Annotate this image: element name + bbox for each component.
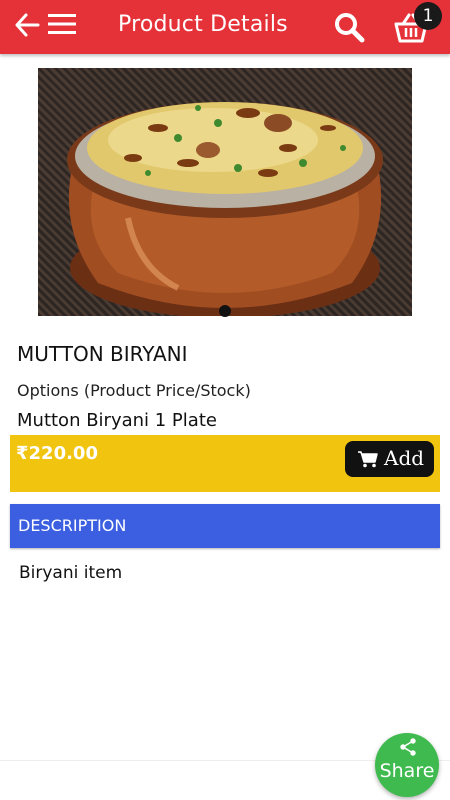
product-variant[interactable]: Mutton Biryani 1 Plate — [17, 410, 217, 431]
description-text: Biryani item — [19, 563, 123, 583]
product-price: ₹220.00 — [16, 443, 98, 464]
product-name: MUTTON BIRYANI — [17, 342, 188, 366]
share-icon — [400, 738, 416, 756]
cart-icon — [358, 451, 378, 468]
menu-icon[interactable] — [48, 13, 76, 35]
share-label: Share — [379, 760, 435, 782]
page-title: Product Details — [118, 12, 288, 37]
cart-count-badge: 1 — [414, 2, 442, 30]
search-icon[interactable] — [333, 11, 365, 43]
description-heading: DESCRIPTION — [18, 516, 127, 535]
product-image[interactable] — [38, 68, 412, 316]
add-button-label: Add — [384, 446, 425, 470]
options-label: Options (Product Price/Stock) — [17, 381, 251, 400]
add-to-cart-button[interactable]: Add — [345, 441, 434, 477]
share-button[interactable]: Share — [375, 733, 439, 797]
description-header: DESCRIPTION — [10, 504, 440, 548]
back-arrow-icon[interactable] — [14, 12, 40, 38]
app-header: Product Details 1 — [0, 0, 450, 54]
price-bar: ₹220.00 Add — [10, 435, 440, 492]
biryani-photo-icon — [67, 102, 383, 316]
carousel-indicator-dot[interactable] — [219, 305, 231, 317]
